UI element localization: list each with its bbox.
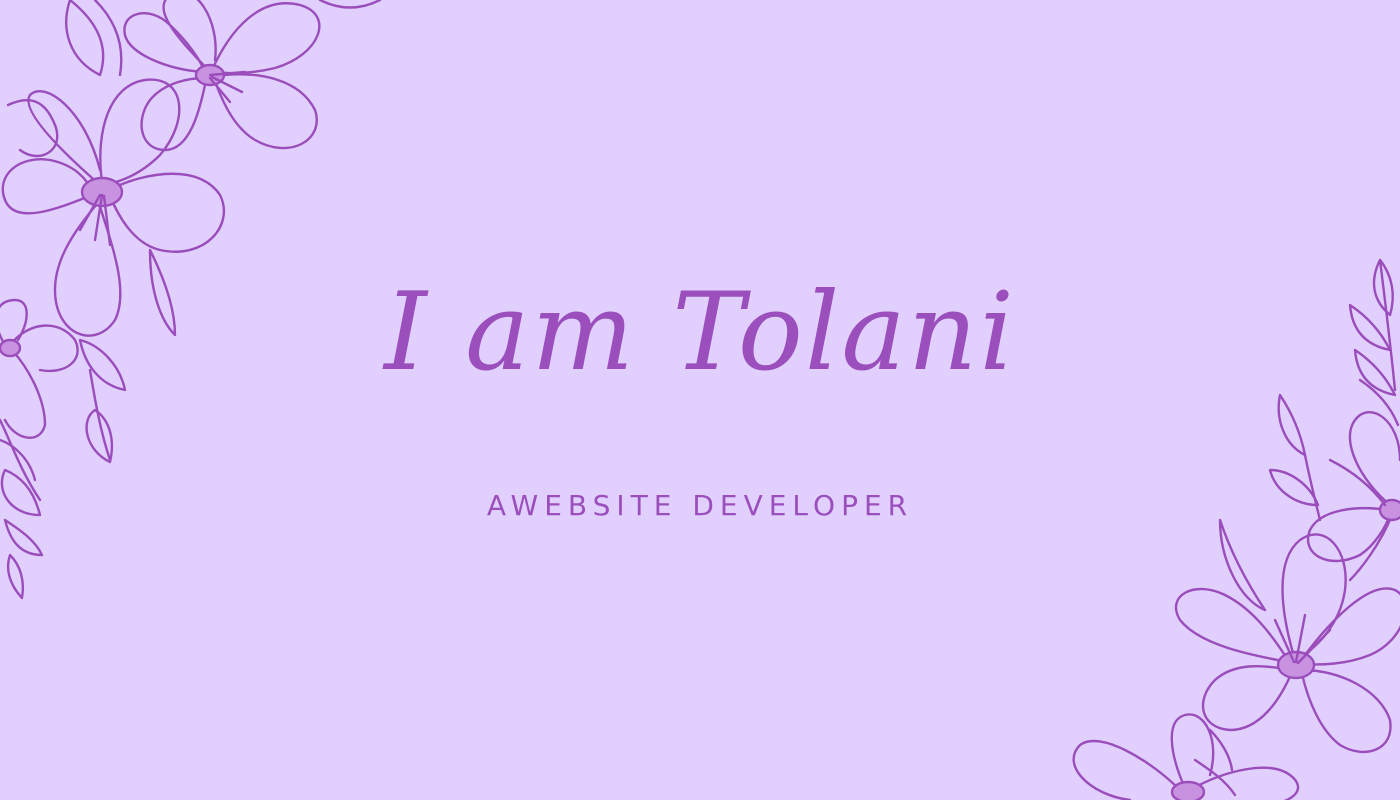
hero-subtitle: AWEBSITE DEVELOPER <box>486 489 914 522</box>
flower-bottom-right-lower <box>1072 713 1299 800</box>
card-page: I am Tolani AWEBSITE DEVELOPER <box>0 0 1400 800</box>
flower-bottom-right-main <box>1174 518 1400 754</box>
hero-title: I am Tolani <box>384 270 1016 395</box>
leaves-top-left <box>65 0 382 77</box>
flower-top-left-upper <box>123 0 321 152</box>
